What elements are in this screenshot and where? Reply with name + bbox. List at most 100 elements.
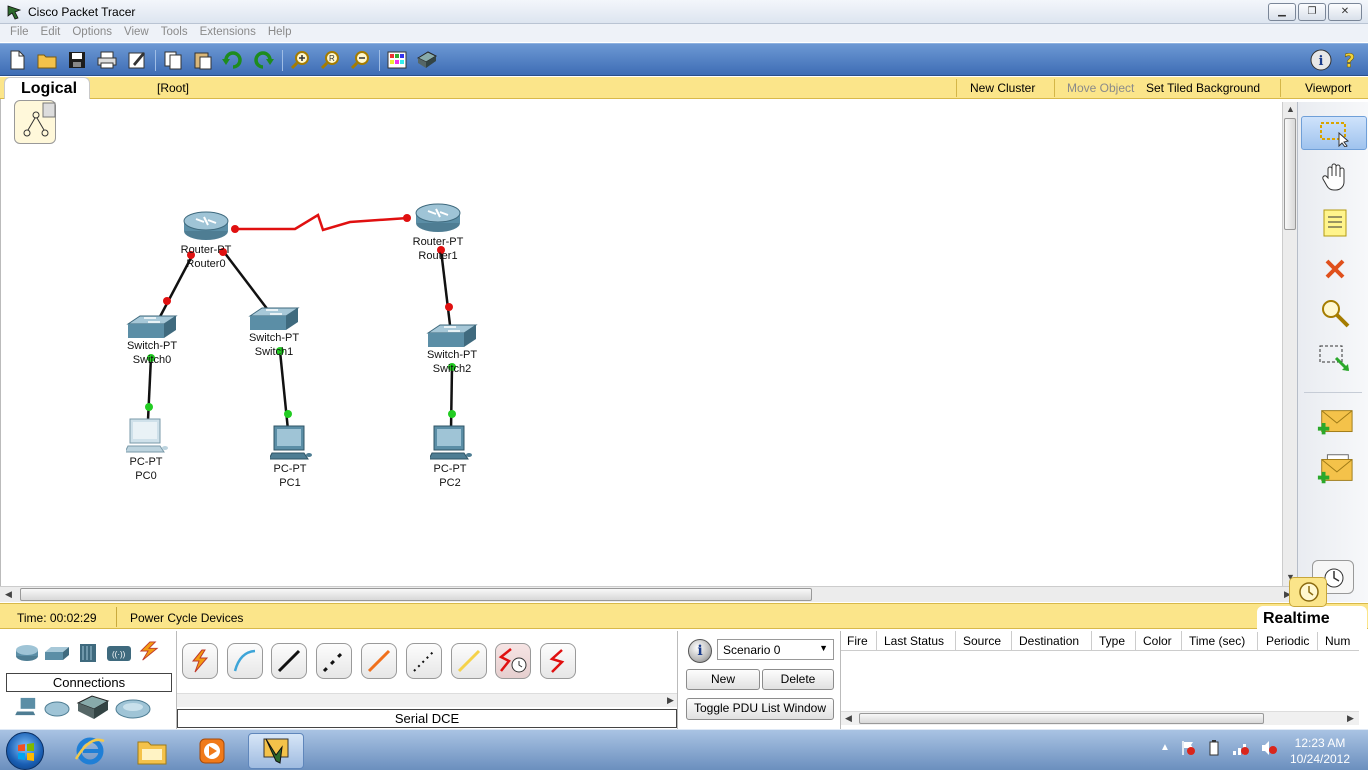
viewport-button[interactable]: Viewport (1305, 81, 1351, 95)
canvas-vertical-scrollbar[interactable]: ▲ ▼ (1282, 102, 1297, 586)
network-status-icon[interactable] (1232, 740, 1250, 756)
menu-edit[interactable]: Edit (35, 24, 67, 42)
zoom-in-icon[interactable] (289, 49, 311, 71)
start-button[interactable] (6, 732, 44, 770)
internet-explorer-taskbar-button[interactable] (66, 733, 114, 769)
packet-tracer-taskbar-button[interactable] (248, 733, 304, 769)
horizontal-scroll-thumb[interactable] (20, 588, 812, 601)
volume-muted-icon[interactable] (1260, 740, 1278, 756)
wan-emulation-category-icon[interactable] (44, 699, 70, 719)
scroll-left-arrow-icon[interactable]: ◀ (845, 713, 852, 724)
device-switch0[interactable]: Switch-PT Switch0 (126, 314, 178, 366)
power-battery-icon[interactable] (1206, 740, 1222, 756)
inspect-button[interactable] (1316, 296, 1354, 330)
device-pc0[interactable]: PC-PT PC0 (124, 418, 168, 482)
windows-explorer-taskbar-button[interactable] (128, 733, 176, 769)
device-router0[interactable]: Router-PT Router0 (181, 211, 231, 270)
end-devices-category-icon[interactable] (14, 697, 40, 717)
connection-fiber-button[interactable] (361, 643, 397, 679)
connection-phone-button[interactable] (406, 643, 442, 679)
logical-topology-icon[interactable] (14, 100, 56, 144)
connection-automatic-button[interactable] (182, 643, 218, 679)
connection-serial-dce-button[interactable] (495, 643, 531, 679)
info-icon[interactable]: i (1310, 49, 1332, 71)
move-layout-button[interactable] (1316, 160, 1354, 194)
device-switch1[interactable]: Switch-PT Switch1 (248, 306, 300, 358)
scenario-info-icon[interactable]: i (688, 639, 712, 663)
tab-logical[interactable]: Logical (4, 77, 90, 101)
new-scenario-button[interactable]: New (686, 669, 760, 690)
vertical-scroll-thumb[interactable] (1284, 118, 1296, 230)
scroll-right-arrow-icon[interactable]: ▶ (667, 695, 674, 706)
redo-icon[interactable] (252, 49, 274, 71)
palette-icon[interactable] (386, 49, 408, 71)
connection-console-button[interactable] (227, 643, 263, 679)
save-icon[interactable] (66, 49, 88, 71)
open-icon[interactable] (36, 49, 58, 71)
select-tool-button[interactable] (1301, 116, 1367, 150)
zoom-reset-icon[interactable]: R (319, 49, 341, 71)
column-periodic[interactable]: Periodic (1266, 634, 1309, 648)
restore-button[interactable]: ❐ (1298, 3, 1326, 21)
multiuser-connection-category-icon[interactable] (114, 697, 152, 721)
scroll-up-arrow-icon[interactable]: ▲ (1286, 104, 1295, 114)
breadcrumb-root[interactable]: [Root] (157, 81, 189, 95)
undo-icon[interactable] (222, 49, 244, 71)
power-cycle-devices-button[interactable]: Power Cycle Devices (130, 611, 243, 625)
resize-shape-button[interactable] (1316, 342, 1354, 376)
column-fire[interactable]: Fire (847, 634, 868, 648)
media-player-taskbar-button[interactable] (188, 733, 236, 769)
column-type[interactable]: Type (1099, 634, 1125, 648)
menu-help[interactable]: Help (262, 24, 298, 42)
zoom-out-icon[interactable] (349, 49, 371, 71)
move-object-button[interactable]: Move Object (1067, 81, 1134, 95)
column-source[interactable]: Source (963, 634, 1001, 648)
hubs-category-icon[interactable] (76, 643, 102, 663)
show-hidden-icons-arrow[interactable]: ▲ (1160, 740, 1170, 756)
scroll-right-arrow-icon[interactable]: ▶ (1347, 713, 1354, 724)
tab-realtime[interactable]: Realtime (1257, 606, 1367, 632)
delete-scenario-button[interactable]: Delete (762, 669, 834, 690)
column-num[interactable]: Num (1325, 634, 1350, 648)
custom-device-icon[interactable] (416, 49, 438, 71)
connection-copper-cross-button[interactable] (316, 643, 352, 679)
device-router1[interactable]: Router-PT Router1 (413, 203, 463, 262)
routers-category-icon[interactable] (14, 643, 40, 663)
print-icon[interactable] (96, 49, 118, 71)
column-color[interactable]: Color (1143, 634, 1172, 648)
menu-tools[interactable]: Tools (155, 24, 194, 42)
menu-view[interactable]: View (118, 24, 155, 42)
pdu-table-scrollbar[interactable]: ◀ ▶ (841, 711, 1359, 725)
menu-extensions[interactable]: Extensions (194, 24, 262, 42)
minimize-button[interactable]: ▁ (1268, 3, 1296, 21)
paste-icon[interactable] (192, 49, 214, 71)
wireless-devices-category-icon[interactable]: ((·)) (106, 643, 132, 663)
set-tiled-background-button[interactable]: Set Tiled Background (1146, 81, 1260, 95)
activity-wizard-icon[interactable] (126, 49, 148, 71)
connection-coaxial-button[interactable] (451, 643, 487, 679)
switches-category-icon[interactable] (44, 643, 70, 663)
help-icon[interactable]: ? (1340, 49, 1362, 71)
copy-icon[interactable] (162, 49, 184, 71)
canvas-horizontal-scrollbar[interactable]: ◀ ▶ (0, 586, 1297, 602)
menu-file[interactable]: File (4, 24, 35, 42)
custom-made-devices-category-icon[interactable] (76, 693, 110, 723)
column-last-status[interactable]: Last Status (884, 634, 944, 648)
toggle-pdu-list-window-button[interactable]: Toggle PDU List Window (686, 698, 834, 720)
realtime-clock-icon[interactable] (1289, 577, 1327, 607)
connections-scrollbar[interactable]: ▶ (177, 693, 677, 707)
action-center-flag-icon[interactable] (1180, 740, 1196, 756)
scroll-left-arrow-icon[interactable]: ◀ (5, 589, 12, 600)
column-destination[interactable]: Destination (1019, 634, 1079, 648)
scenario-dropdown[interactable]: Scenario 0 ▼ (717, 639, 834, 660)
device-switch2[interactable]: Switch-PT Switch2 (426, 323, 478, 375)
add-simple-pdu-button[interactable] (1316, 406, 1354, 440)
device-pc1[interactable]: PC-PT PC1 (268, 425, 312, 489)
connections-category-icon[interactable] (136, 641, 162, 661)
device-pc2[interactable]: PC-PT PC2 (428, 425, 472, 489)
column-time-sec[interactable]: Time (sec) (1189, 634, 1245, 648)
connection-serial-dte-button[interactable] (540, 643, 576, 679)
system-clock[interactable]: 12:23 AM 10/24/2012 (1280, 735, 1360, 767)
menu-options[interactable]: Options (66, 24, 118, 42)
connection-copper-straight-button[interactable] (271, 643, 307, 679)
